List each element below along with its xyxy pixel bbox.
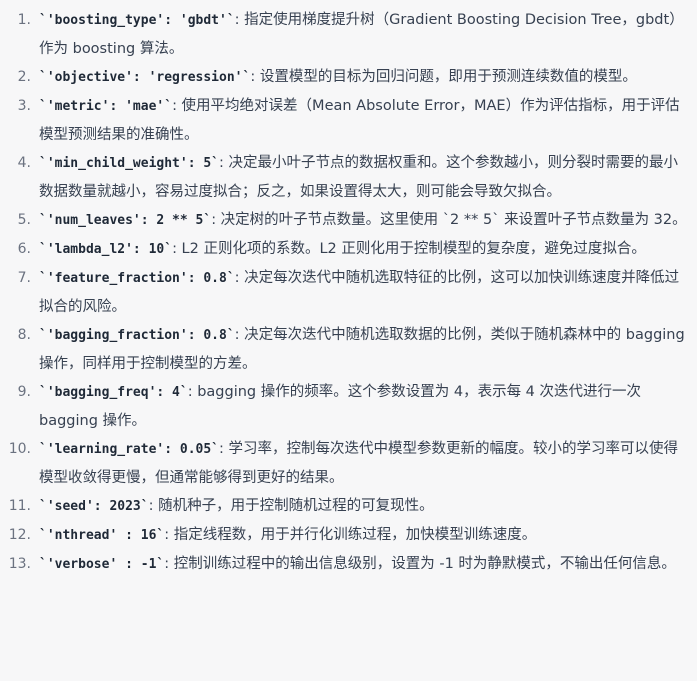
param-code: `'feature_fraction': 0.8` bbox=[39, 271, 235, 286]
param-code: `'boosting_type': 'gbdt'` bbox=[39, 13, 235, 28]
param-code: `'metric': 'mae'` bbox=[39, 99, 173, 114]
item-number: 5. bbox=[17, 212, 31, 228]
param-code: `'verbose' : -1` bbox=[39, 557, 165, 572]
list-item-boosting-type: 1. `'boosting_type': 'gbdt'`: 指定使用梯度提升树（… bbox=[0, 6, 687, 63]
item-number: 2. bbox=[17, 69, 31, 85]
list-item-verbose: 13. `'verbose' : -1`: 控制训练过程中的输出信息级别，设置为… bbox=[0, 550, 687, 579]
param-description: : 决定树的叶子节点数量。这里使用 `2 ** 5` 来设置叶子节点数量为 32… bbox=[211, 212, 687, 228]
param-code: `'learning_rate': 0.05` bbox=[39, 442, 220, 457]
param-description: : 指定线程数，用于并行化训练过程，加快模型训练速度。 bbox=[164, 527, 537, 543]
item-number: 10. bbox=[8, 441, 31, 457]
param-description: : 控制训练过程中的输出信息级别，设置为 -1 时为静默模式，不输出任何信息。 bbox=[164, 556, 676, 572]
param-description: : 随机种子，用于控制随机过程的可复现性。 bbox=[148, 498, 434, 514]
list-item-metric: 3. `'metric': 'mae'`: 使用平均绝对误差（Mean Abso… bbox=[0, 92, 687, 149]
param-code: `'bagging_freq': 4` bbox=[39, 385, 188, 400]
item-number: 1. bbox=[17, 12, 31, 28]
list-item-objective: 2. `'objective': 'regression'`: 设置模型的目标为… bbox=[0, 63, 687, 92]
param-code: `'seed': 2023` bbox=[39, 499, 149, 514]
list-item-num-leaves: 5. `'num_leaves': 2 ** 5`: 决定树的叶子节点数量。这里… bbox=[0, 206, 687, 235]
item-number: 9. bbox=[17, 384, 31, 400]
param-code: `'nthread' : 16` bbox=[39, 528, 165, 543]
item-number: 4. bbox=[17, 155, 31, 171]
item-number: 12. bbox=[8, 527, 31, 543]
list-item-seed: 11. `'seed': 2023`: 随机种子，用于控制随机过程的可复现性。 bbox=[0, 492, 687, 521]
parameter-list: 1. `'boosting_type': 'gbdt'`: 指定使用梯度提升树（… bbox=[0, 6, 687, 579]
param-code: `'lambda_l2': 10` bbox=[39, 242, 173, 257]
item-number: 13. bbox=[8, 556, 31, 572]
list-item-min-child-weight: 4. `'min_child_weight': 5`: 决定最小叶子节点的数据权… bbox=[0, 149, 687, 206]
param-code: `'bagging_fraction': 0.8` bbox=[39, 328, 235, 343]
document-body: 1. `'boosting_type': 'gbdt'`: 指定使用梯度提升树（… bbox=[0, 0, 697, 681]
param-code: `'objective': 'regression'` bbox=[39, 70, 251, 85]
item-number: 11. bbox=[8, 498, 31, 514]
param-description: : 设置模型的目标为回归问题，即用于预测连续数值的模型。 bbox=[250, 69, 637, 85]
list-item-bagging-fraction: 8. `'bagging_fraction': 0.8`: 决定每次迭代中随机选… bbox=[0, 321, 687, 378]
list-item-bagging-freq: 9. `'bagging_freq': 4`: bagging 操作的频率。这个… bbox=[0, 378, 687, 435]
list-item-lambda-l2: 6. `'lambda_l2': 10`: L2 正则化项的系数。L2 正则化用… bbox=[0, 235, 687, 264]
item-number: 3. bbox=[17, 98, 31, 114]
param-code: `'min_child_weight': 5` bbox=[39, 156, 220, 171]
param-code: `'num_leaves': 2 ** 5` bbox=[39, 213, 212, 228]
list-item-learning-rate: 10. `'learning_rate': 0.05`: 学习率，控制每次迭代中… bbox=[0, 435, 687, 492]
list-item-nthread: 12. `'nthread' : 16`: 指定线程数，用于并行化训练过程，加快… bbox=[0, 521, 687, 550]
item-number: 8. bbox=[17, 327, 31, 343]
item-number: 7. bbox=[17, 270, 31, 286]
param-description: : L2 正则化项的系数。L2 正则化用于控制模型的复杂度，避免过度拟合。 bbox=[172, 241, 646, 257]
item-number: 6. bbox=[17, 241, 31, 257]
list-item-feature-fraction: 7. `'feature_fraction': 0.8`: 决定每次迭代中随机选… bbox=[0, 264, 687, 321]
